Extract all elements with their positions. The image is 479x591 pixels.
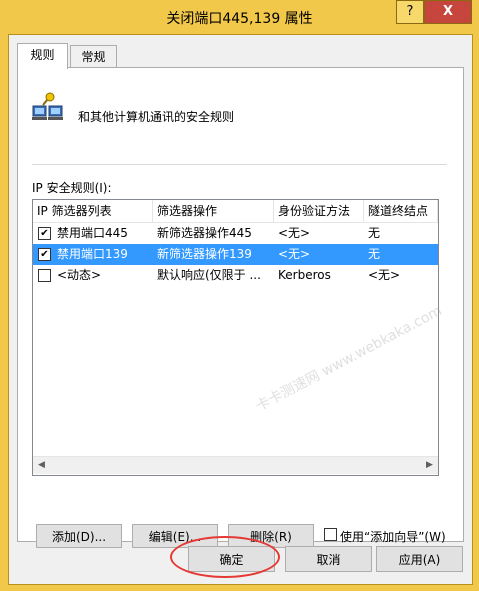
rule-tunnel: <无> bbox=[368, 268, 401, 282]
rules-list-label: IP 安全规则(I): bbox=[32, 181, 112, 195]
rules-panel: 和其他计算机通讯的安全规则 IP 安全规则(I): IP 筛选器列表 筛选器操作… bbox=[17, 67, 464, 548]
rule-checkbox[interactable]: ✔ bbox=[38, 227, 51, 240]
add-wizard-label: 使用“添加向导”(W) bbox=[340, 530, 446, 544]
list-header: IP 筛选器列表 筛选器操作 身份验证方法 隧道终结点 bbox=[33, 200, 438, 223]
table-row[interactable]: <动态> 默认响应(仅限于 ... Kerberos <无> bbox=[33, 265, 438, 286]
column-header-filter[interactable]: IP 筛选器列表 bbox=[33, 200, 153, 222]
rule-action: 默认响应(仅限于 ... bbox=[157, 268, 261, 282]
rule-tunnel: 无 bbox=[368, 226, 381, 240]
rule-auth: <无> bbox=[278, 226, 311, 240]
table-row[interactable]: ✔ 禁用端口445 新筛选器操作445 <无> 无 bbox=[33, 223, 438, 244]
dialog-window: 关闭端口445,139 属性 ? X 规则 常规 和其他计算机通讯的安全规则 I… bbox=[0, 0, 479, 591]
rule-auth: Kerberos bbox=[278, 268, 331, 282]
scroll-right-icon[interactable]: ▶ bbox=[421, 457, 438, 474]
help-button[interactable]: ? bbox=[396, 0, 424, 24]
rule-filter: 禁用端口139 bbox=[57, 247, 128, 261]
highlight-ellipse bbox=[170, 536, 280, 578]
rule-tunnel: 无 bbox=[368, 247, 381, 261]
rule-action: 新筛选器操作139 bbox=[157, 247, 252, 261]
tab-rules[interactable]: 规则 bbox=[17, 43, 68, 69]
network-computers-icon bbox=[32, 92, 63, 120]
scroll-left-icon[interactable]: ◀ bbox=[33, 457, 50, 474]
close-button[interactable]: X bbox=[424, 0, 472, 24]
add-button[interactable]: 添加(D)... bbox=[36, 524, 122, 548]
title-bar[interactable]: 关闭端口445,139 属性 ? X bbox=[0, 0, 479, 34]
add-wizard-checkbox[interactable] bbox=[324, 528, 337, 541]
tab-general[interactable]: 常规 bbox=[70, 45, 117, 68]
rule-filter: 禁用端口445 bbox=[57, 226, 128, 240]
rule-filter: <动态> bbox=[57, 268, 102, 282]
apply-button[interactable]: 应用(A) bbox=[376, 546, 463, 572]
column-header-tunnel[interactable]: 隧道终结点 bbox=[364, 200, 438, 222]
rule-checkbox[interactable]: ✔ bbox=[38, 248, 51, 261]
table-row-selected[interactable]: ✔ 禁用端口139 新筛选器操作139 <无> 无 bbox=[33, 244, 438, 265]
rule-auth: <无> bbox=[278, 247, 311, 261]
column-header-action[interactable]: 筛选器操作 bbox=[153, 200, 274, 222]
dialog-client: 规则 常规 和其他计算机通讯的安全规则 IP 安全规则(I): IP 筛选器列表 bbox=[8, 34, 473, 585]
panel-description: 和其他计算机通讯的安全规则 bbox=[78, 110, 235, 124]
rule-action: 新筛选器操作445 bbox=[157, 226, 252, 240]
cancel-button[interactable]: 取消 bbox=[285, 546, 372, 572]
separator bbox=[32, 164, 447, 165]
horizontal-scrollbar[interactable]: ◀ ▶ bbox=[33, 456, 438, 474]
column-header-auth[interactable]: 身份验证方法 bbox=[274, 200, 364, 222]
rule-checkbox[interactable] bbox=[38, 269, 51, 282]
